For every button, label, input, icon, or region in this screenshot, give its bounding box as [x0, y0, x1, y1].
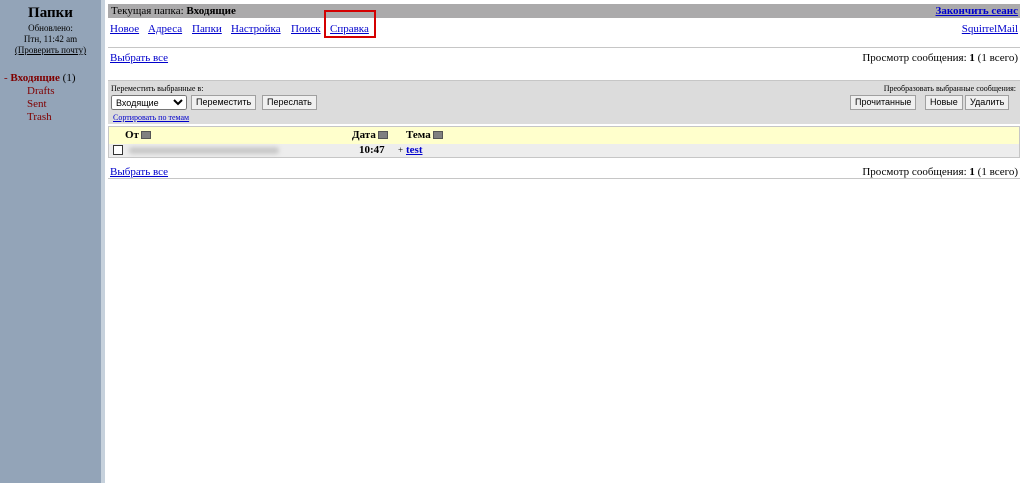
forward-button[interactable]: Переслать — [262, 95, 317, 110]
main-menu: Новое Адреса Папки Настройка Поиск Справ… — [108, 21, 1020, 37]
sender-blurred — [129, 147, 279, 154]
current-folder-name: Входящие — [186, 5, 236, 17]
sort-icon[interactable] — [140, 131, 151, 140]
folder-header-bar: Текущая папка: Входящие Закончить сеанс — [108, 4, 1020, 18]
folder-item-drafts[interactable]: Drafts — [0, 85, 101, 98]
check-mail-link[interactable]: (Проверить почту) — [15, 45, 86, 55]
col-from[interactable]: От — [125, 127, 151, 144]
view-prefix: Просмотр сообщения: — [862, 166, 967, 178]
view-prefix: Просмотр сообщения: — [862, 52, 967, 64]
folder-sidebar: Папки Обновлено: Птн, 11:42 am (Проверит… — [0, 0, 101, 483]
col-from-label: От — [125, 129, 139, 141]
sort-icon[interactable] — [432, 131, 443, 140]
col-subject-label: Тема — [406, 129, 431, 141]
mark-new-button[interactable]: Новые — [925, 95, 963, 110]
inbox-label[interactable]: Входящие — [10, 72, 59, 84]
current-folder-label: Текущая папка: — [111, 5, 184, 17]
select-all-link-top[interactable]: Выбрать все — [110, 48, 168, 68]
updated-time: Птн, 11:42 am — [23, 34, 78, 44]
table-row[interactable]: 10:47 + test — [109, 144, 1019, 157]
updated-label: Обновлено: — [28, 23, 73, 33]
sidebar-title: Папки — [28, 5, 73, 21]
menu-options[interactable]: Настройка — [231, 21, 281, 37]
top-toolbar: Выбрать все Просмотр сообщения: 1 (1 все… — [108, 47, 1020, 68]
sort-by-thread-link[interactable]: Сортировать по темам — [113, 113, 189, 122]
message-subject-link[interactable]: test — [406, 144, 423, 157]
message-time: 10:47 — [359, 144, 385, 156]
logout-link[interactable]: Закончить сеанс — [936, 4, 1018, 18]
folder-item-sent[interactable]: Sent — [0, 98, 101, 111]
move-button[interactable]: Переместить — [191, 95, 257, 110]
select-all-link-bottom[interactable]: Выбрать все — [110, 162, 168, 182]
view-count: 1 — [969, 52, 975, 64]
inbox-count: (1) — [62, 72, 76, 84]
bottom-toolbar: Выбрать все Просмотр сообщения: 1 (1 все… — [108, 162, 1020, 182]
squirrelmail-link[interactable]: SquirrelMail — [962, 21, 1018, 37]
message-list: От Дата Тема 10:47 + test — [108, 126, 1020, 158]
message-controls: Переместить выбранные в: Преобразовать в… — [108, 80, 1020, 124]
view-count: 1 — [969, 166, 975, 178]
view-suffix: (1 всего) — [977, 52, 1018, 64]
col-subject[interactable]: Тема — [406, 127, 443, 144]
folder-item-trash[interactable]: Trash — [0, 111, 101, 124]
delete-button[interactable]: Удалить — [965, 95, 1010, 110]
target-folder-select[interactable]: Входящие — [111, 95, 187, 110]
folder-item-inbox[interactable]: - Входящие (1) — [0, 72, 101, 85]
updated-info: Обновлено: Птн, 11:42 am (Проверить почт… — [0, 23, 101, 56]
mark-read-button[interactable]: Прочитанные — [850, 95, 917, 110]
view-suffix: (1 всего) — [977, 166, 1018, 178]
menu-search[interactable]: Поиск — [291, 21, 321, 37]
current-folder: Текущая папка: Входящие — [111, 4, 236, 18]
sort-icon[interactable] — [377, 131, 388, 140]
view-status-top: Просмотр сообщения: 1 (1 всего) — [862, 48, 1018, 68]
folder-list: - Входящие (1) Drafts Sent Trash — [0, 72, 101, 124]
menu-folders[interactable]: Папки — [192, 21, 222, 37]
thread-marker: + — [398, 145, 404, 155]
col-date[interactable]: Дата — [352, 127, 388, 144]
sidebar-divider — [101, 0, 105, 483]
move-label: Переместить выбранные в: — [111, 84, 204, 93]
col-date-label: Дата — [352, 129, 376, 141]
bottom-divider — [108, 178, 1020, 179]
message-checkbox[interactable] — [113, 145, 123, 155]
message-list-header: От Дата Тема — [109, 127, 1019, 144]
inbox-bullet: - — [4, 72, 8, 84]
view-status-bottom: Просмотр сообщения: 1 (1 всего) — [862, 162, 1018, 182]
menu-compose[interactable]: Новое — [110, 21, 139, 37]
convert-label: Преобразовать выбранные сообщения: — [883, 84, 1016, 93]
menu-addresses[interactable]: Адреса — [148, 21, 182, 37]
help-highlight-box — [324, 10, 376, 38]
